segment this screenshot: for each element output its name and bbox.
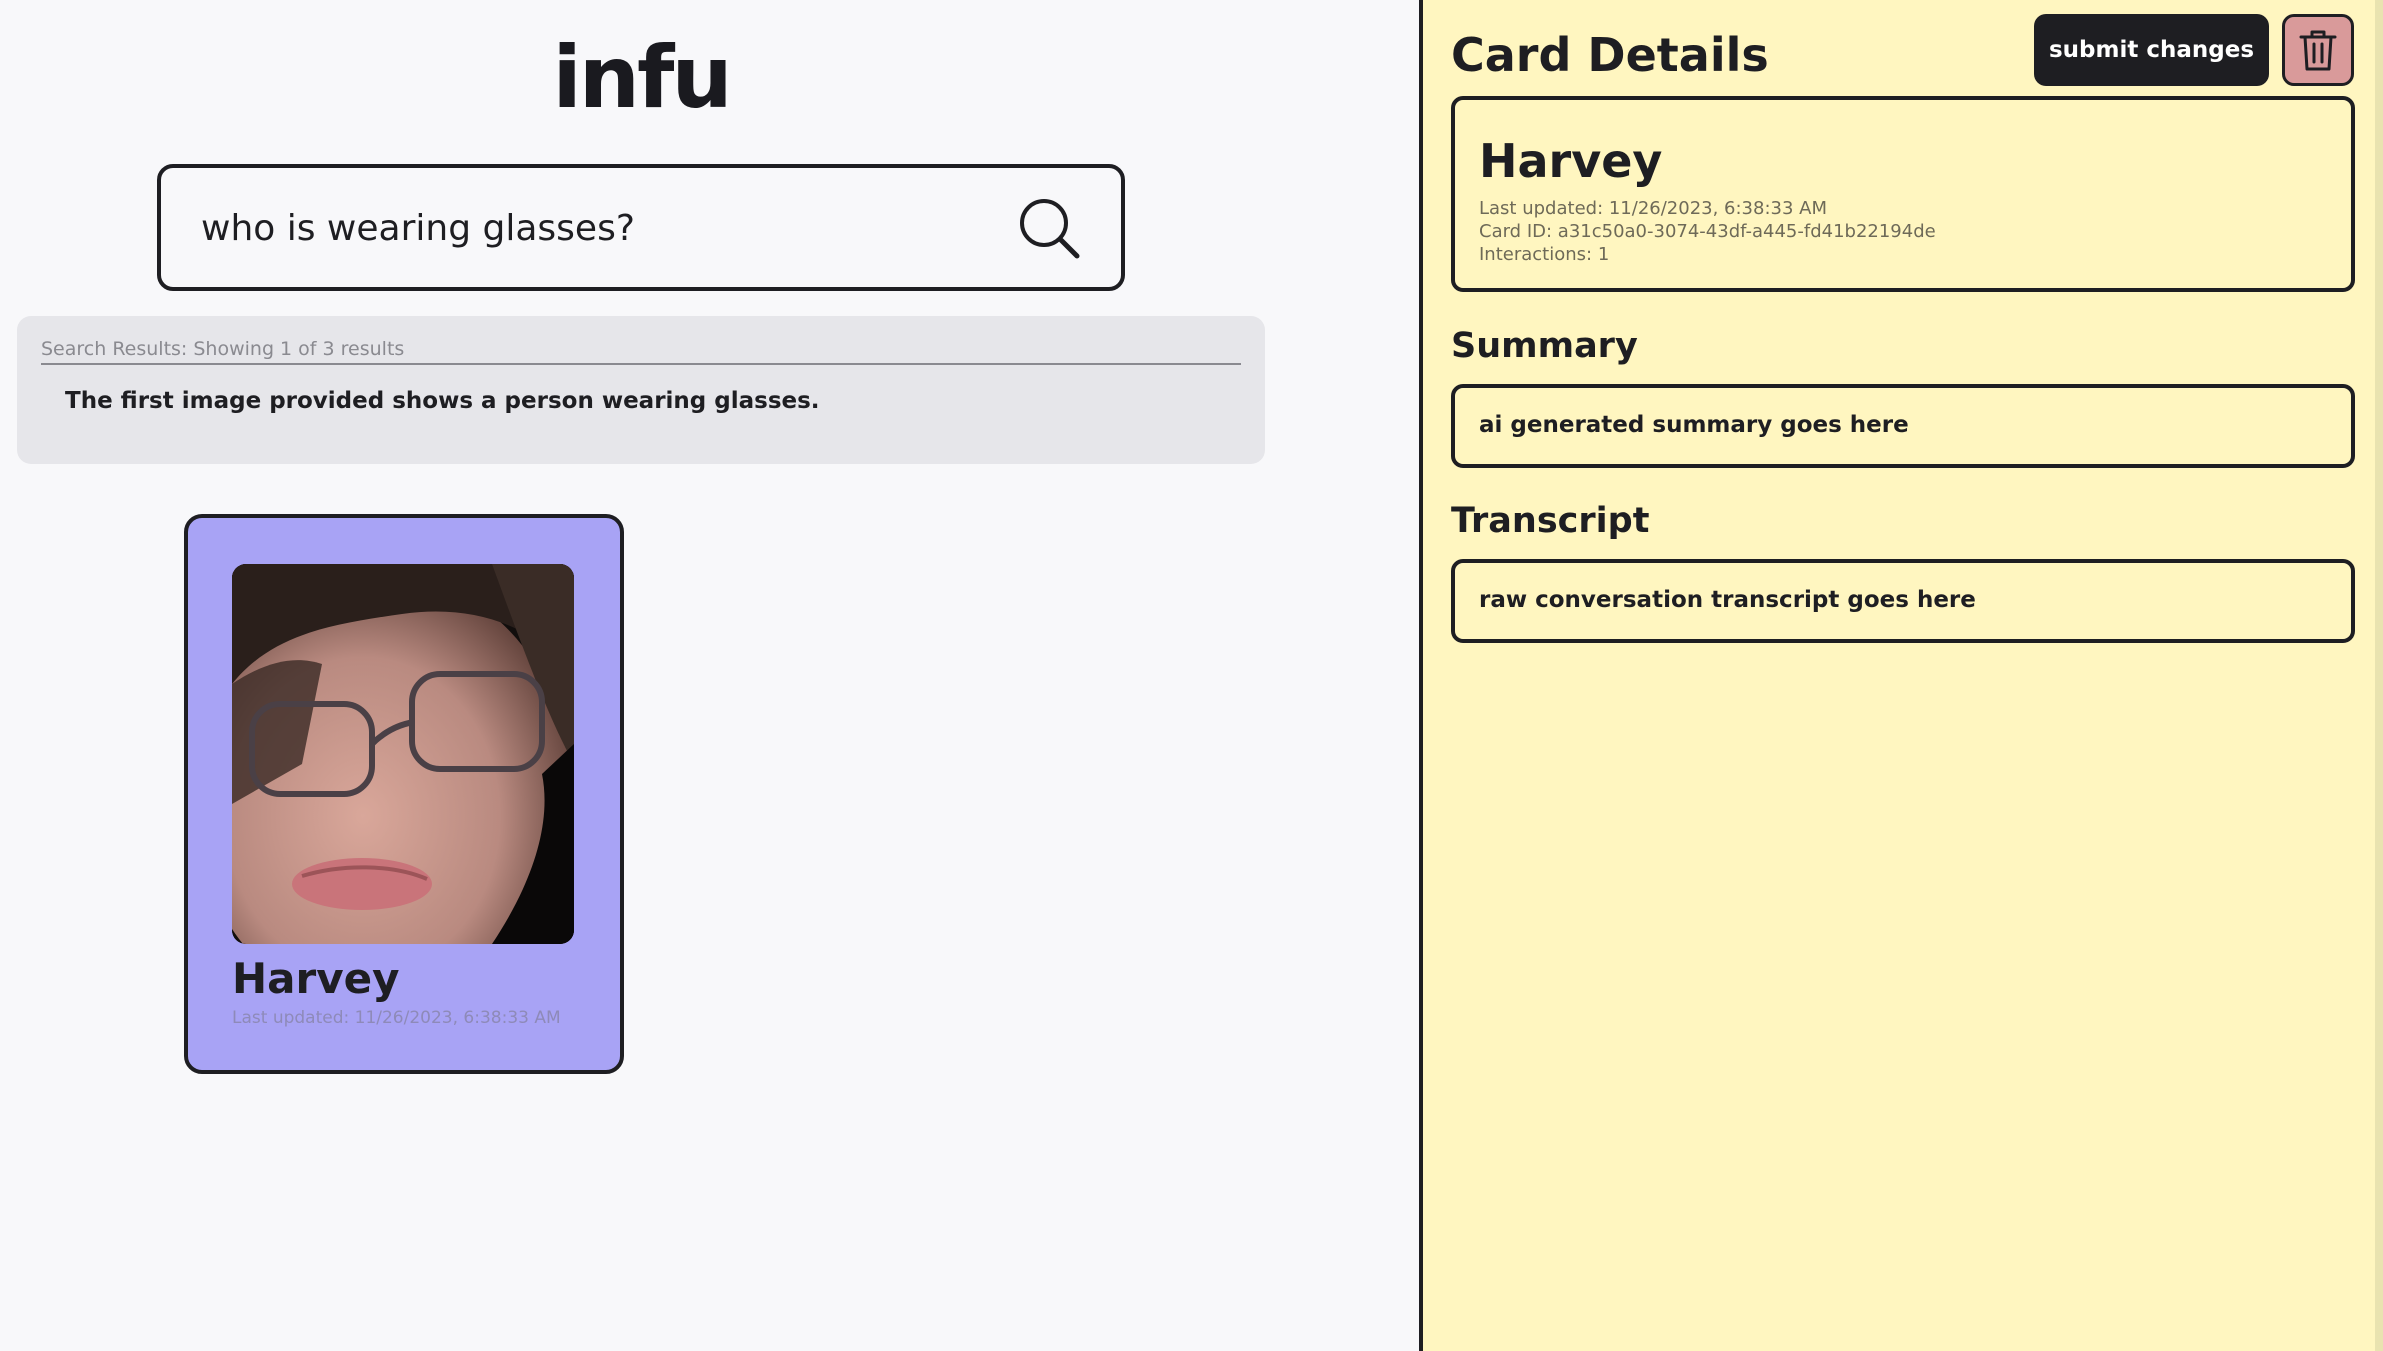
delete-button[interactable] <box>2282 14 2354 86</box>
search-bar[interactable] <box>157 164 1125 291</box>
card-photo <box>232 564 574 944</box>
search-results-panel: Search Results: Showing 1 of 3 results T… <box>17 316 1265 464</box>
search-pane: infu Search Results: Showing 1 of 3 resu… <box>0 0 1422 1351</box>
detail-last-updated: Last updated: 11/26/2023, 6:38:33 AM <box>1479 198 1827 219</box>
results-answer: The first image provided shows a person … <box>65 388 820 414</box>
transcript-field[interactable]: raw conversation transcript goes here <box>1451 559 2355 643</box>
results-status: Search Results: Showing 1 of 3 results <box>41 338 1241 365</box>
card-details-panel: Card Details submit changes Harvey Last … <box>1419 0 2383 1351</box>
search-icon[interactable] <box>1017 196 1081 260</box>
card-last-updated: Last updated: 11/26/2023, 6:38:33 AM <box>232 1008 561 1028</box>
detail-interactions: Interactions: 1 <box>1479 244 1610 265</box>
card-info-box: Harvey Last updated: 11/26/2023, 6:38:33… <box>1451 96 2355 292</box>
transcript-text: raw conversation transcript goes here <box>1479 587 1976 613</box>
detail-card-id: Card ID: a31c50a0-3074-43df-a445-fd41b22… <box>1479 221 1936 242</box>
trash-icon <box>2299 30 2337 71</box>
card-name: Harvey <box>232 954 400 1003</box>
person-card[interactable]: Harvey Last updated: 11/26/2023, 6:38:33… <box>184 514 624 1074</box>
app-logo: infu <box>552 28 732 128</box>
app-root: infu Search Results: Showing 1 of 3 resu… <box>0 0 2383 1351</box>
scrollbar[interactable] <box>2375 0 2383 1351</box>
detail-name[interactable]: Harvey <box>1479 134 1662 188</box>
summary-heading: Summary <box>1451 326 1638 366</box>
panel-title: Card Details <box>1451 28 1769 82</box>
summary-field[interactable]: ai generated summary goes here <box>1451 384 2355 468</box>
transcript-heading: Transcript <box>1451 501 1650 541</box>
summary-text: ai generated summary goes here <box>1479 412 1909 438</box>
search-input[interactable] <box>201 198 981 258</box>
submit-changes-button[interactable]: submit changes <box>2034 14 2269 86</box>
